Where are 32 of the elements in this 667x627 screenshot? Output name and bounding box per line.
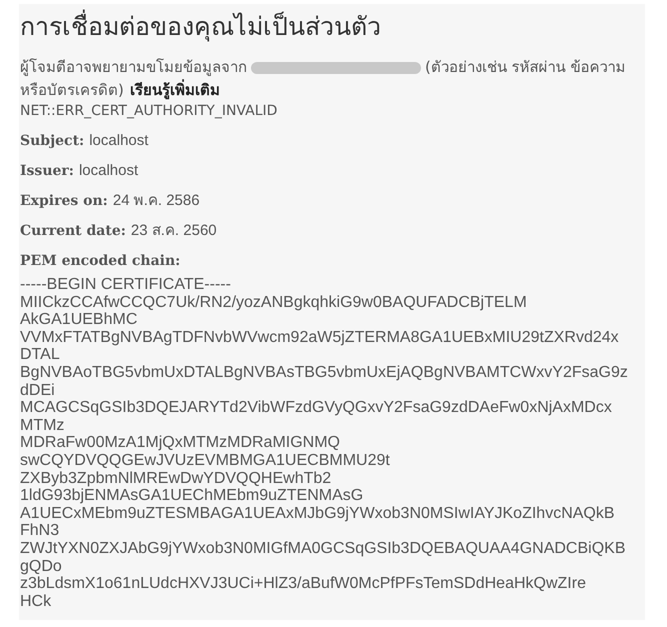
detail-value: 24 พ.ค. 2586 xyxy=(112,192,200,209)
certificate-line: 1ldG93bjENMAsGA1UEChMEbm9uZTENMAsG xyxy=(20,487,364,505)
certificate-line: -----BEGIN CERTIFICATE----- xyxy=(20,276,232,294)
warning-message: ผู้โจมตีอาจพยายามขโมยข้อมูลจาก (ตัวอย่างเช่น รหัสผ่าน ข้อความ หรือบัตรเครดิต) เรียนรู้เพิ่มเติม xyxy=(20,57,626,102)
detail-label: Issuer: xyxy=(20,163,74,179)
detail-value: localhost xyxy=(89,132,148,149)
certificate-line: MCAGCSqGSIb3DQEJARYTd2VibWFzdGVyQGxvY2FsaG9zdDAeFw0xNjAxMDcx xyxy=(20,399,613,417)
page-heading: การเชื่อมต่อของคุณไม่เป็นส่วนตัว xyxy=(20,10,645,44)
detail-label: Expires on: xyxy=(20,193,108,209)
certificate-line: MTMz xyxy=(20,416,66,434)
learn-more-link[interactable]: เรียนรู้เพิ่มเติม xyxy=(130,81,220,99)
detail-label: PEM encoded chain: xyxy=(20,253,180,269)
certificate-line: DTAL xyxy=(20,346,61,364)
certificate-line: ZWJtYXN0ZXJAbG9jYWxob3N0MIGfMA0GCSqGSIb3DQEBAQUAA4GNADCBiQKB xyxy=(20,540,626,558)
certificate-line: VVMxFTATBgNVBAgTDFNvbWVwcm92aW5jZTERMA8GA1UEBxMIU29tZXRvd24x xyxy=(20,328,620,346)
certificate-line: HCk xyxy=(20,592,52,610)
certificate-line: MIICkzCCAfwCCQC7Uk/RN2/yozANBgkqhkiG9w0BAQUFADCBjTELM xyxy=(20,294,528,312)
certificate-line: A1UECxMEbm9uZTESMBAGA1UEAxMJbG9jYWxob3N0MSIwIAYJKoZIhvcNAQkB xyxy=(20,504,616,522)
certificate-line: ZXByb3ZpbmNlMREwDwYDVQQHEwhTb2 xyxy=(20,470,332,488)
certificate-line: BgNVBAoTBG5vbmUxDTALBgNVBAsTBG5vbmUxEjAQBgNVBAMTCWxvY2FsaG9z xyxy=(20,364,629,382)
certificate-line: AkGA1UEBhMC xyxy=(20,311,138,329)
detail-label: Subject: xyxy=(20,133,84,149)
certificate-line: MDRaFw00MzA1MjQxMTMzMDRaMIGNMQ xyxy=(20,434,341,452)
certificate-line: swCQYDVQQGEwJVUzEVMBMGA1UECBMMU29t xyxy=(20,452,391,470)
certificate-line: FhN3 xyxy=(20,522,60,540)
detail-value: localhost xyxy=(78,162,138,179)
certificate-line: gQDo xyxy=(20,558,63,576)
detail-label: Current date: xyxy=(20,223,126,239)
certificate-line: z3bLdsmX1o61nLUdcHXVJ3UCi+HlZ3/aBufW0McPfPFsTemSDdHeaHkQwZIre xyxy=(20,575,587,593)
error-code: NET::ERR_CERT_AUTHORITY_INVALID xyxy=(20,102,278,120)
certificate-line: dDEi xyxy=(20,382,56,400)
detail-value: 23 ส.ค. 2560 xyxy=(130,222,217,239)
